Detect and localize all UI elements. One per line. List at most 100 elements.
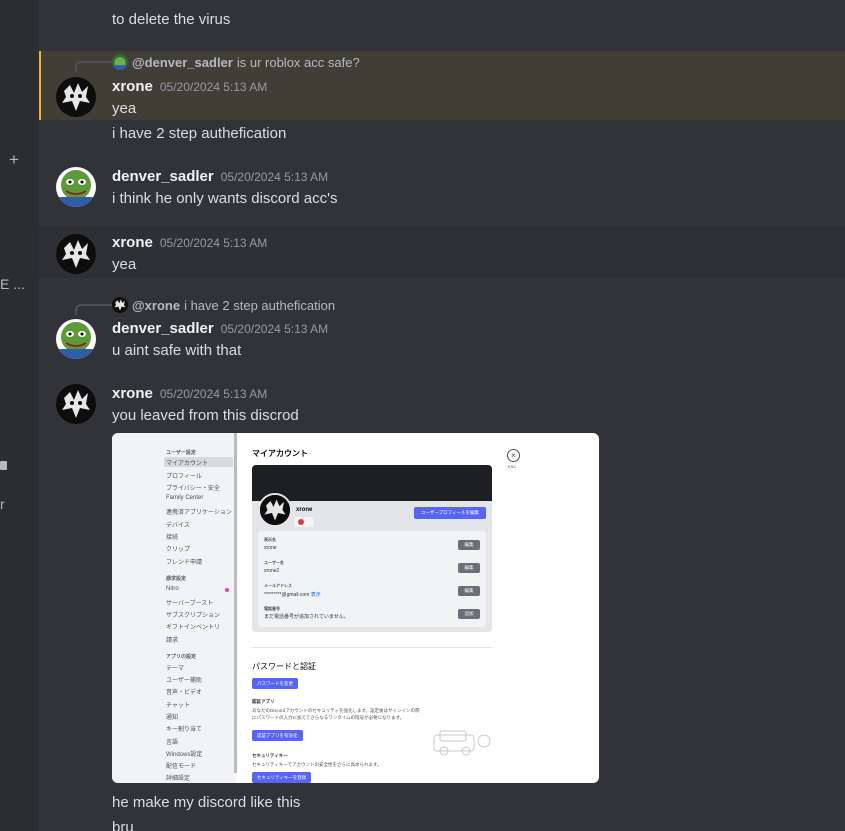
- author-name[interactable]: denver_sadler: [112, 320, 214, 337]
- enable-auth-app-button: 認証アプリを有効化: [252, 730, 303, 741]
- attachment-section-heading: 請求設定: [166, 576, 187, 582]
- field-label: 表示名: [264, 537, 276, 542]
- message-author[interactable]: denver_sadler 05/20/2024 5:13 AM: [112, 168, 328, 185]
- attachment-sidebar-item: チャット: [166, 703, 190, 709]
- message-timestamp: 05/20/2024 5:13 AM: [159, 236, 268, 250]
- attachment-sidebar-item: マイアカウント: [166, 461, 209, 467]
- profile-username: xrone: [296, 507, 313, 513]
- email-value: *********@gmail.com: [264, 592, 310, 598]
- message-text: i have 2 step authefication: [112, 125, 287, 142]
- sidebar-channel-truncated-2[interactable]: r: [0, 496, 5, 512]
- message-text: u aint safe with that: [112, 342, 242, 359]
- auth-app-desc: にパスワードの入力に加えてさらなるワンタイムの暗号が必要になります。: [252, 715, 405, 720]
- message-author[interactable]: xrone 05/20/2024 5:13 AM: [112, 234, 267, 251]
- sidebar-channel-truncated[interactable]: E ...: [0, 276, 25, 292]
- message-item[interactable]: denver_sadler 05/20/2024 5:13 AM i think …: [39, 160, 845, 216]
- avatar[interactable]: [56, 384, 96, 424]
- message-item[interactable]: @denver_sadler is ur roblox acc safe? xr…: [39, 51, 845, 120]
- attachment-sidebar-item: 詳細設定: [166, 776, 191, 782]
- avatar[interactable]: [56, 167, 96, 207]
- message-text: yea: [112, 256, 137, 273]
- field-add-button: 追加: [458, 609, 480, 619]
- field-label: ユーザー名: [264, 560, 284, 565]
- attachment-sidebar-item: フレンド申請: [166, 560, 203, 566]
- attachment-section-heading: アプリの設定: [166, 654, 197, 660]
- security-key-heading: セキュリティキー: [252, 753, 288, 758]
- message-text: to delete the virus: [112, 11, 231, 28]
- author-name[interactable]: xrone: [112, 385, 153, 402]
- message-text: he make my discord like this: [112, 794, 301, 811]
- attachment-sidebar-item: Windows設定: [166, 752, 203, 758]
- message-text: yea: [112, 100, 137, 117]
- reply-mention[interactable]: @xrone: [132, 298, 180, 313]
- attachment-sidebar-item: キー割り当て: [166, 727, 203, 733]
- author-name[interactable]: denver_sadler: [112, 168, 214, 185]
- field-value: *********@gmail.com 表示: [264, 591, 321, 598]
- profile-fields: 表示名 xrone 編集 ユーザー名 xrone2 編集 メールアドレス ***…: [258, 531, 486, 627]
- forum-icon[interactable]: [0, 461, 7, 470]
- message-text: bru: [112, 819, 134, 831]
- add-channel-icon[interactable]: +: [9, 150, 19, 170]
- attachment-profile-card: xrone ユーザープロフィールを編集 表示名 xrone 編集 ユーザー名 x…: [252, 465, 492, 632]
- channel-sidebar: + E ... r: [0, 0, 39, 831]
- message-author[interactable]: denver_sadler 05/20/2024 5:13 AM: [112, 320, 328, 337]
- field-value: まだ電話番号が追加されていません。: [264, 614, 349, 620]
- message-list: to delete the virus @denver_sadler is ur…: [39, 0, 845, 831]
- reply-text: is ur roblox acc safe?: [236, 54, 360, 70]
- attachment-sidebar-item: プライバシー・安全: [166, 486, 220, 492]
- message-item[interactable]: @xrone i have 2 step authefication denve…: [39, 292, 845, 366]
- attachment-sidebar-item: テーマ: [166, 666, 185, 672]
- message-author[interactable]: xrone 05/20/2024 5:13 AM: [112, 385, 267, 402]
- reply-mention[interactable]: @denver_sadler: [132, 55, 233, 70]
- reply-text: i have 2 step authefication: [184, 297, 336, 313]
- reply-connector: [75, 61, 113, 72]
- attachment-sidebar-item: プロフィール: [166, 474, 202, 480]
- field-label: 電話番号: [264, 606, 280, 611]
- attachment-sidebar-item: デバイス: [166, 523, 190, 529]
- attachment-sidebar-item: サブスクリプション: [166, 613, 221, 619]
- attachment-scrollbar: [234, 433, 237, 773]
- change-password-button: パスワードを変更: [252, 678, 298, 689]
- avatar[interactable]: [56, 77, 96, 117]
- attachment-sidebar-item: 請求: [166, 638, 179, 644]
- image-attachment[interactable]: ユーザー設定 マイアカウント プロフィール プライバシー・安全 Family C…: [112, 433, 599, 783]
- avatar[interactable]: [56, 319, 96, 359]
- reply-connector: [75, 304, 113, 315]
- attachment-sidebar-item: 言語: [166, 740, 179, 746]
- avatar[interactable]: [56, 234, 96, 274]
- attachment-sidebar-item: ギフトインベントリ: [166, 625, 221, 631]
- auth-illustration-icon: [432, 727, 494, 757]
- attachment-sidebar-item: サーバーブースト: [166, 601, 214, 607]
- field-edit-button: 編集: [458, 563, 480, 573]
- message-timestamp: 05/20/2024 5:13 AM: [220, 170, 329, 184]
- author-name[interactable]: xrone: [112, 78, 153, 95]
- attachment-sidebar-item: クリップ: [166, 547, 191, 553]
- message-author[interactable]: xrone 05/20/2024 5:13 AM: [112, 78, 267, 95]
- attachment-sidebar-item: Nitro: [166, 586, 179, 592]
- author-name[interactable]: xrone: [112, 234, 153, 251]
- reply-avatar: [112, 297, 128, 313]
- register-security-key-button: セキュリティキーを登録: [252, 772, 312, 783]
- reply-preview[interactable]: @denver_sadler is ur roblox acc safe?: [112, 54, 360, 70]
- attachment-page-title: マイアカウント: [252, 449, 308, 458]
- profile-banner: [252, 465, 492, 501]
- field-edit-button: 編集: [458, 540, 480, 550]
- message-continuation: to delete the virus: [39, 0, 845, 40]
- reply-avatar: [112, 54, 128, 70]
- attachment-sidebar-item: 連携済アプリケーション: [166, 510, 232, 516]
- attachment-section-heading: ユーザー設定: [166, 450, 196, 456]
- profile-avatar: [258, 493, 292, 527]
- auth-app-desc: あなたのDiscordアカウントのセキュリティを強化します。設定後はサインインの…: [252, 708, 420, 713]
- message-item[interactable]: xrone 05/20/2024 5:13 AM yea: [39, 226, 845, 278]
- message-text: you leaved from this discrod: [112, 407, 299, 424]
- field-edit-button: 編集: [458, 586, 480, 596]
- attachment-sidebar-item: 配信モード: [166, 764, 197, 770]
- attachment-sidebar-item: 音声・ビデオ: [166, 690, 203, 696]
- attachment-sidebar-item: Family Center: [166, 495, 204, 501]
- attachment-sidebar-item: 接続: [166, 535, 179, 541]
- security-key-desc: セキュリティキーでアカウントの安全性をさらに高められます。: [252, 762, 382, 767]
- field-value: xrone: [264, 545, 277, 551]
- divider: [252, 647, 492, 648]
- reply-preview[interactable]: @xrone i have 2 step authefication: [112, 297, 335, 313]
- reveal-link: 表示: [310, 592, 321, 598]
